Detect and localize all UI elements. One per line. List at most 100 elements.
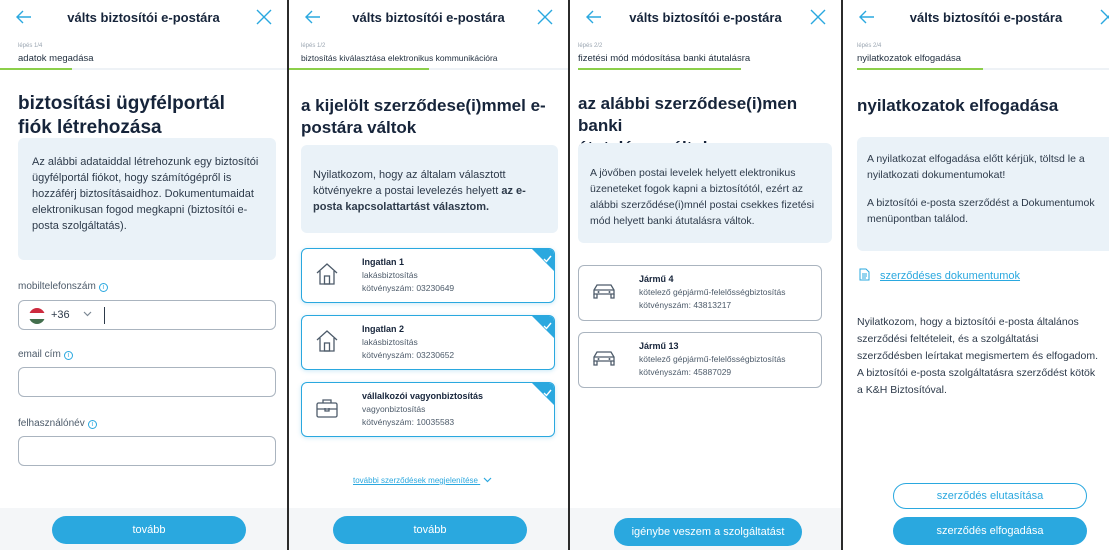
phone-label-text: mobiltelefonszám — [18, 281, 96, 292]
contract-type: kötelező gépjármű-felelősségbiztosítás — [639, 287, 786, 297]
contract-card[interactable]: Jármű 13 kötelező gépjármű-felelősségbizt… — [578, 332, 822, 388]
declaration-line: szerződési feltételeit, és a szolgáltatá… — [857, 333, 1039, 345]
progress-bar — [857, 68, 1109, 70]
contract-type: vagyonbiztosítás — [362, 404, 426, 414]
page-title: válts biztosítói e-postára — [352, 10, 505, 25]
info-box: A nyilatkozat elfogadása előtt kérjük, t… — [857, 137, 1109, 251]
chevron-down-icon[interactable] — [483, 477, 492, 483]
chevron-down-icon[interactable] — [83, 311, 92, 317]
use-service-button[interactable]: igénybe veszem a szolgáltatást — [614, 518, 802, 546]
checkmark-icon — [543, 384, 552, 397]
progress-fill — [857, 68, 983, 70]
policy-number: kötvényszám: 03230649 — [362, 283, 455, 293]
screen-bank-transfer: válts biztosítói e-postára lépés 2/2 fiz… — [570, 0, 841, 550]
declaration-line: a K&H Biztosítóval. — [857, 384, 947, 396]
info-icon[interactable]: i — [63, 351, 73, 360]
policy-number: kötvényszám: 45887029 — [639, 367, 732, 377]
step-name: fizetési mód módosítása banki átutalásra — [578, 53, 751, 64]
contract-documents-link[interactable]: szerződéses dokumentumok — [859, 268, 1020, 282]
progress-fill — [0, 68, 72, 70]
page-heading: nyilatkozatok elfogadása — [857, 95, 1058, 117]
contract-title: Jármű 13 — [639, 341, 679, 351]
info-text: A biztosítói e-posta szerződést a Dokume… — [867, 197, 1095, 225]
policy-number: kötvényszám: 10035583 — [362, 417, 455, 427]
contract-card[interactable]: Jármű 4 kötelező gépjármű-felelősségbizto… — [578, 265, 822, 321]
contract-card[interactable]: vállalkozói vagyonbiztosítás vagyonbiztos… — [301, 382, 555, 437]
progress-fill — [289, 68, 429, 70]
step-name: nyilatkozatok elfogadása — [857, 53, 962, 64]
contract-card[interactable]: Ingatlan 1 lakásbiztosítás kötvényszám: 03… — [301, 248, 555, 303]
contract-title: Jármű 4 — [639, 274, 674, 284]
show-more-label[interactable]: további szerződések megjelenítése — [353, 476, 478, 485]
bottom-bar: tovább — [0, 508, 287, 550]
car-icon — [591, 278, 617, 304]
reject-contract-button[interactable]: szerződés elutasítása — [893, 483, 1087, 509]
info-text: A nyilatkozat elfogadása előtt kérjük, t… — [867, 153, 1085, 181]
house-icon — [314, 328, 340, 354]
email-field[interactable] — [18, 367, 276, 397]
page-heading: a kijelölt szerződese(i)mmel e- postára … — [301, 95, 546, 139]
contract-type: lakásbiztosítás — [362, 337, 418, 347]
info-icon[interactable]: i — [87, 420, 97, 429]
heading-line: a kijelölt szerződese(i)mmel e- — [301, 96, 546, 115]
info-box: Az alábbi adataiddal létrehozunk egy biz… — [18, 138, 276, 260]
policy-number: kötvényszám: 43813217 — [639, 300, 732, 310]
page-title: válts biztosítói e-postára — [909, 10, 1063, 25]
info-box: A jövőben postai levelek helyett elektro… — [578, 143, 832, 243]
username-label: felhasználónév i — [18, 418, 97, 429]
screen-declarations: válts biztosítói e-postára lépés 2/4 nyi… — [843, 0, 1109, 550]
phone-field[interactable]: +36 — [18, 300, 276, 330]
screen-account-creation: válts biztosítói e-postára lépés 1/4 ada… — [0, 0, 287, 550]
info-text: Nyilatkozom, hogy az általam választott … — [313, 167, 546, 215]
progress-fill — [578, 68, 741, 70]
briefcase-icon — [314, 395, 340, 421]
progress-bar — [0, 68, 287, 70]
page-title: válts biztosítói e-postára — [629, 10, 782, 25]
info-text: Az alábbi adataiddal létrehozunk egy biz… — [32, 156, 259, 232]
contract-documents-label[interactable]: szerződéses dokumentumok — [880, 270, 1020, 282]
hungary-flag-icon[interactable] — [29, 308, 45, 324]
info-text-plain: Nyilatkozom, hogy az általam választott … — [313, 169, 506, 197]
info-box: Nyilatkozom, hogy az általam választott … — [301, 145, 558, 233]
contract-card[interactable]: Ingatlan 2 lakásbiztosítás kötvényszám: 03… — [301, 315, 555, 370]
top-bar: válts biztosítói e-postára — [289, 0, 568, 36]
progress-bar — [289, 68, 568, 70]
document-icon[interactable] — [859, 268, 870, 281]
progress-bar — [578, 68, 741, 70]
next-button[interactable]: tovább — [333, 516, 527, 544]
contract-title: Ingatlan 1 — [362, 257, 405, 267]
bottom-bar: igénybe veszem a szolgáltatást — [570, 508, 841, 550]
dial-code[interactable]: +36 — [51, 309, 70, 321]
info-icon[interactable]: i — [98, 283, 108, 292]
heading-line: nyilatkozatok elfogadása — [857, 96, 1059, 115]
page-title: válts biztosítói e-postára — [67, 10, 220, 25]
step-indicator: lépés 2/2 — [578, 43, 603, 49]
house-icon — [314, 261, 340, 287]
close-icon[interactable] — [255, 8, 273, 26]
phone-label: mobiltelefonszám i — [18, 281, 108, 292]
contract-title: Ingatlan 2 — [362, 324, 405, 334]
close-icon[interactable] — [809, 8, 827, 26]
top-bar: válts biztosítói e-postára — [843, 0, 1109, 36]
info-text: A jövőben postai levelek helyett elektro… — [590, 167, 815, 227]
step-name: adatok megadása — [18, 53, 94, 64]
declaration-line: Nyilatkozom, hogy a biztosítói e-posta á… — [857, 316, 1079, 328]
username-field[interactable] — [18, 436, 276, 466]
accept-contract-button[interactable]: szerződés elfogadása — [893, 517, 1087, 545]
step-indicator: lépés 2/4 — [857, 43, 882, 49]
declaration-line: szerződésben leírtakat megismertem és el… — [857, 350, 1099, 362]
screen-contract-selection: válts biztosítói e-postára lépés 1/2 biz… — [289, 0, 568, 550]
declaration-text: Nyilatkozom, hogy a biztosítói e-posta á… — [857, 314, 1098, 399]
text-cursor — [104, 307, 105, 324]
checkmark-icon — [543, 250, 552, 263]
heading-line: biztosítási ügyfélportál — [18, 93, 225, 114]
step-name: biztosítás kiválasztása elektronikus kom… — [301, 53, 498, 63]
next-button[interactable]: tovább — [52, 516, 246, 544]
close-icon[interactable] — [1099, 8, 1109, 26]
contract-type: kötelező gépjármű-felelősségbiztosítás — [639, 354, 786, 364]
step-indicator: lépés 1/2 — [301, 43, 326, 49]
show-more-contracts-link[interactable]: további szerződések megjelenítése — [353, 476, 492, 485]
declaration-line: A biztosítói e-posta szolgáltatásra szer… — [857, 367, 1096, 379]
close-icon[interactable] — [536, 8, 554, 26]
top-bar: válts biztosítói e-postára — [570, 0, 841, 36]
